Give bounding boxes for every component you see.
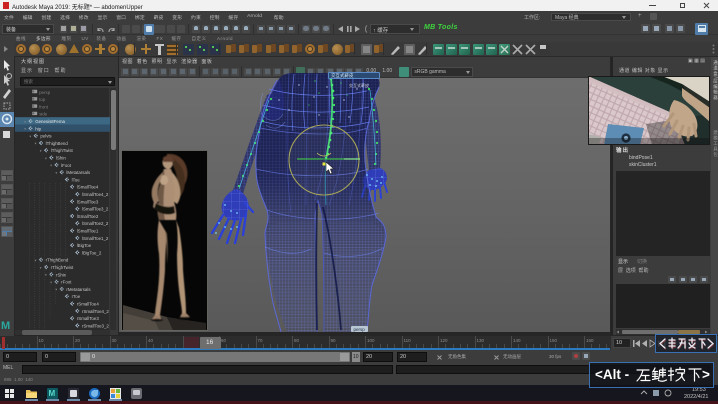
svg-text:rSmallToe4: rSmallToe4: [77, 302, 100, 307]
svg-text:▾: ▾: [35, 142, 37, 146]
svg-text:rSmallToe4_2: rSmallToe4_2: [82, 309, 109, 314]
svg-text:▾: ▾: [55, 288, 57, 292]
svg-text:lSmallToe1: lSmallToe1: [77, 229, 99, 234]
svg-text:lBigToe_2: lBigToe_2: [82, 250, 102, 255]
svg-text:persp: persp: [39, 90, 51, 95]
svg-text:rToe: rToe: [72, 294, 81, 299]
svg-text:▾: ▾: [50, 280, 52, 284]
svg-text:lSmallToe4: lSmallToe4: [77, 185, 99, 190]
svg-text:front: front: [39, 104, 49, 109]
svg-text:▾: ▾: [35, 259, 37, 263]
svg-text:lSmallToe3_2: lSmallToe3_2: [82, 207, 109, 212]
svg-text:▾: ▾: [55, 171, 57, 175]
svg-text:lShin: lShin: [56, 156, 66, 161]
svg-text:Genesis8Fema: Genesis8Fema: [35, 119, 65, 124]
svg-text:▾: ▾: [50, 164, 52, 168]
svg-text:rThighTwist: rThighTwist: [51, 265, 74, 270]
svg-text:side: side: [39, 112, 48, 117]
svg-text:rSmallToe3_2: rSmallToe3_2: [82, 323, 109, 328]
svg-text:▾: ▾: [45, 156, 47, 160]
svg-text:▾: ▾: [40, 149, 42, 153]
svg-text:lSmallToe2: lSmallToe2: [77, 214, 99, 219]
svg-text:pelvis: pelvis: [40, 134, 52, 139]
svg-text:top: top: [39, 97, 46, 102]
svg-text:lThighBend: lThighBend: [46, 141, 69, 146]
svg-text:rFoot: rFoot: [61, 280, 72, 285]
svg-text:lFoot: lFoot: [61, 163, 72, 168]
svg-text:rSmallToe3: rSmallToe3: [77, 316, 100, 321]
svg-text:▾: ▾: [24, 120, 26, 124]
svg-text:lMetatarsals: lMetatarsals: [66, 170, 90, 175]
svg-text:lSmallToe1_2: lSmallToe1_2: [82, 236, 109, 241]
svg-text:lSmallToe4_2: lSmallToe4_2: [82, 192, 109, 197]
svg-text:lSmallToe3: lSmallToe3: [77, 199, 99, 204]
svg-text:rShin: rShin: [56, 272, 67, 277]
svg-text:▾: ▾: [45, 273, 47, 277]
svg-text:hip: hip: [35, 126, 41, 131]
svg-text:lBigToe: lBigToe: [77, 243, 92, 248]
svg-text:rMetatarsals: rMetatarsals: [66, 287, 91, 292]
svg-text:lToe: lToe: [72, 177, 81, 182]
svg-text:lThighTwist: lThighTwist: [51, 148, 74, 153]
svg-text:▾: ▾: [24, 127, 26, 131]
svg-text:lSmallToe2_2: lSmallToe2_2: [82, 221, 109, 226]
svg-text:▾: ▾: [40, 266, 42, 270]
svg-text:▾: ▾: [29, 134, 31, 138]
